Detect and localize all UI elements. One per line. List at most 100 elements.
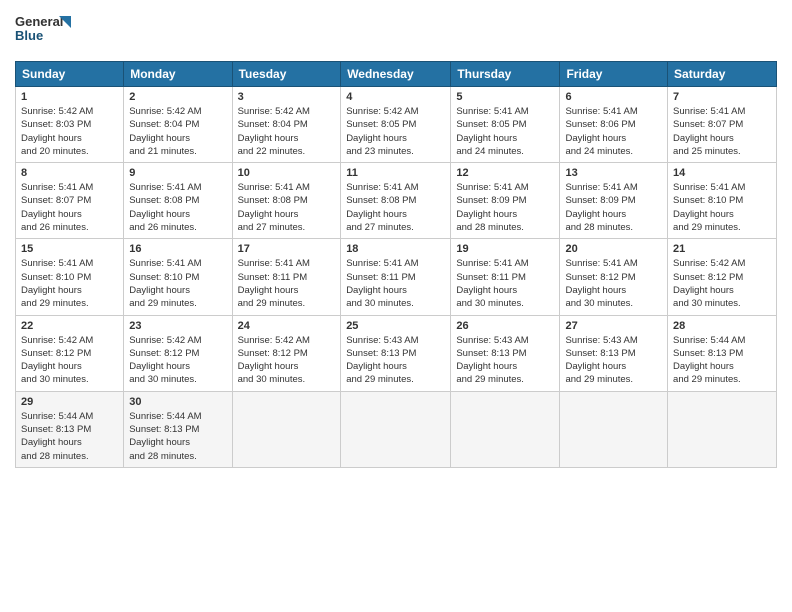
day-number: 19 [456, 243, 554, 255]
calendar-header-row: SundayMondayTuesdayWednesdayThursdayFrid… [16, 62, 777, 87]
calendar-week-row: 29 Sunrise: 5:44 AMSunset: 8:13 PMDayligh… [16, 391, 777, 467]
calendar-week-row: 8 Sunrise: 5:41 AMSunset: 8:07 PMDaylight… [16, 163, 777, 239]
day-number: 7 [673, 91, 771, 103]
logo: General Blue [15, 10, 75, 53]
calendar-day-cell: 17 Sunrise: 5:41 AMSunset: 8:11 PMDayligh… [232, 239, 341, 315]
day-info: Sunrise: 5:41 AMSunset: 8:07 PMDaylight … [673, 105, 771, 158]
day-info: Sunrise: 5:43 AMSunset: 8:13 PMDaylight … [346, 334, 445, 387]
header: General Blue [15, 10, 777, 53]
calendar-day-cell [232, 391, 341, 467]
day-number: 9 [129, 167, 226, 179]
day-info: Sunrise: 5:41 AMSunset: 8:06 PMDaylight … [565, 105, 662, 158]
day-info: Sunrise: 5:42 AMSunset: 8:04 PMDaylight … [238, 105, 336, 158]
calendar-day-cell: 27Sunrise: 5:43 AMSunset: 8:13 PMDayligh… [560, 315, 668, 391]
day-info: Sunrise: 5:44 AMSunset: 8:13 PMDaylight … [673, 334, 771, 387]
day-info: Sunrise: 5:41 AMSunset: 8:07 PMDaylight … [21, 181, 118, 234]
day-number: 25 [346, 320, 445, 332]
calendar-header-sunday: Sunday [16, 62, 124, 87]
day-number: 12 [456, 167, 554, 179]
calendar-day-cell: 14 Sunrise: 5:41 AMSunset: 8:10 PMDayligh… [668, 163, 777, 239]
calendar-day-cell: 7 Sunrise: 5:41 AMSunset: 8:07 PMDaylight… [668, 87, 777, 163]
day-info: Sunrise: 5:41 AMSunset: 8:12 PMDaylight … [565, 257, 662, 310]
day-number: 26 [456, 320, 554, 332]
calendar-day-cell: 30 Sunrise: 5:44 AMSunset: 8:13 PMDayligh… [124, 391, 232, 467]
day-info: Sunrise: 5:43 AMSunset: 8:13 PMDaylight … [565, 334, 662, 387]
day-number: 8 [21, 167, 118, 179]
day-number: 22 [21, 320, 118, 332]
calendar-day-cell: 15 Sunrise: 5:41 AMSunset: 8:10 PMDayligh… [16, 239, 124, 315]
calendar-day-cell: 8 Sunrise: 5:41 AMSunset: 8:07 PMDaylight… [16, 163, 124, 239]
calendar-day-cell: 24 Sunrise: 5:42 AMSunset: 8:12 PMDayligh… [232, 315, 341, 391]
day-number: 20 [565, 243, 662, 255]
day-info: Sunrise: 5:42 AMSunset: 8:12 PMDaylight … [21, 334, 118, 387]
calendar-day-cell: 21Sunrise: 5:42 AMSunset: 8:12 PMDayligh… [668, 239, 777, 315]
day-info: Sunrise: 5:41 AMSunset: 8:09 PMDaylight … [456, 181, 554, 234]
calendar-day-cell: 5Sunrise: 5:41 AMSunset: 8:05 PMDaylight… [451, 87, 560, 163]
calendar-day-cell [341, 391, 451, 467]
day-number: 28 [673, 320, 771, 332]
calendar-day-cell: 22 Sunrise: 5:42 AMSunset: 8:12 PMDayligh… [16, 315, 124, 391]
day-number: 14 [673, 167, 771, 179]
calendar-day-cell: 16 Sunrise: 5:41 AMSunset: 8:10 PMDayligh… [124, 239, 232, 315]
day-info: Sunrise: 5:41 AMSunset: 8:11 PMDaylight … [456, 257, 554, 310]
day-number: 4 [346, 91, 445, 103]
day-number: 15 [21, 243, 118, 255]
day-info: Sunrise: 5:41 AMSunset: 8:10 PMDaylight … [673, 181, 771, 234]
day-number: 2 [129, 91, 226, 103]
day-number: 11 [346, 167, 445, 179]
calendar-header-wednesday: Wednesday [341, 62, 451, 87]
calendar-day-cell: 2Sunrise: 5:42 AMSunset: 8:04 PMDaylight… [124, 87, 232, 163]
calendar-week-row: 1Sunrise: 5:42 AMSunset: 8:03 PMDaylight… [16, 87, 777, 163]
day-number: 30 [129, 396, 226, 408]
calendar-header-friday: Friday [560, 62, 668, 87]
day-number: 16 [129, 243, 226, 255]
day-number: 21 [673, 243, 771, 255]
calendar-table: SundayMondayTuesdayWednesdayThursdayFrid… [15, 61, 777, 468]
day-info: Sunrise: 5:44 AMSunset: 8:13 PMDaylight … [21, 410, 118, 463]
calendar-day-cell: 23Sunrise: 5:42 AMSunset: 8:12 PMDayligh… [124, 315, 232, 391]
calendar-day-cell [560, 391, 668, 467]
calendar-day-cell: 9 Sunrise: 5:41 AMSunset: 8:08 PMDaylight… [124, 163, 232, 239]
page: General Blue SundayMondayTuesdayWednesda… [0, 0, 792, 612]
day-number: 5 [456, 91, 554, 103]
calendar-day-cell: 10Sunrise: 5:41 AMSunset: 8:08 PMDayligh… [232, 163, 341, 239]
day-number: 1 [21, 91, 118, 103]
day-number: 6 [565, 91, 662, 103]
day-number: 24 [238, 320, 336, 332]
calendar-day-cell: 18 Sunrise: 5:41 AMSunset: 8:11 PMDayligh… [341, 239, 451, 315]
day-info: Sunrise: 5:41 AMSunset: 8:10 PMDaylight … [21, 257, 118, 310]
day-info: Sunrise: 5:41 AMSunset: 8:11 PMDaylight … [238, 257, 336, 310]
day-number: 18 [346, 243, 445, 255]
calendar-day-cell: 1Sunrise: 5:42 AMSunset: 8:03 PMDaylight… [16, 87, 124, 163]
calendar-day-cell: 4 Sunrise: 5:42 AMSunset: 8:05 PMDaylight… [341, 87, 451, 163]
calendar-header-tuesday: Tuesday [232, 62, 341, 87]
logo-svg: General Blue [15, 10, 75, 48]
calendar-week-row: 15 Sunrise: 5:41 AMSunset: 8:10 PMDayligh… [16, 239, 777, 315]
calendar-header-saturday: Saturday [668, 62, 777, 87]
calendar-day-cell: 13Sunrise: 5:41 AMSunset: 8:09 PMDayligh… [560, 163, 668, 239]
calendar-day-cell: 6 Sunrise: 5:41 AMSunset: 8:06 PMDaylight… [560, 87, 668, 163]
day-number: 29 [21, 396, 118, 408]
calendar-day-cell: 29 Sunrise: 5:44 AMSunset: 8:13 PMDayligh… [16, 391, 124, 467]
day-info: Sunrise: 5:44 AMSunset: 8:13 PMDaylight … [129, 410, 226, 463]
day-info: Sunrise: 5:41 AMSunset: 8:10 PMDaylight … [129, 257, 226, 310]
day-info: Sunrise: 5:42 AMSunset: 8:12 PMDaylight … [129, 334, 226, 387]
calendar-day-cell [668, 391, 777, 467]
day-info: Sunrise: 5:41 AMSunset: 8:08 PMDaylight … [346, 181, 445, 234]
calendar-day-cell: 25 Sunrise: 5:43 AMSunset: 8:13 PMDayligh… [341, 315, 451, 391]
day-info: Sunrise: 5:42 AMSunset: 8:12 PMDaylight … [238, 334, 336, 387]
day-info: Sunrise: 5:42 AMSunset: 8:05 PMDaylight … [346, 105, 445, 158]
day-info: Sunrise: 5:41 AMSunset: 8:08 PMDaylight … [129, 181, 226, 234]
calendar-day-cell: 3 Sunrise: 5:42 AMSunset: 8:04 PMDaylight… [232, 87, 341, 163]
day-number: 17 [238, 243, 336, 255]
day-info: Sunrise: 5:41 AMSunset: 8:11 PMDaylight … [346, 257, 445, 310]
calendar-day-cell: 12 Sunrise: 5:41 AMSunset: 8:09 PMDayligh… [451, 163, 560, 239]
day-info: Sunrise: 5:43 AMSunset: 8:13 PMDaylight … [456, 334, 554, 387]
day-number: 13 [565, 167, 662, 179]
calendar-day-cell: 28 Sunrise: 5:44 AMSunset: 8:13 PMDayligh… [668, 315, 777, 391]
day-number: 3 [238, 91, 336, 103]
calendar-day-cell [451, 391, 560, 467]
calendar-header-thursday: Thursday [451, 62, 560, 87]
svg-text:Blue: Blue [15, 28, 43, 43]
calendar-header-monday: Monday [124, 62, 232, 87]
